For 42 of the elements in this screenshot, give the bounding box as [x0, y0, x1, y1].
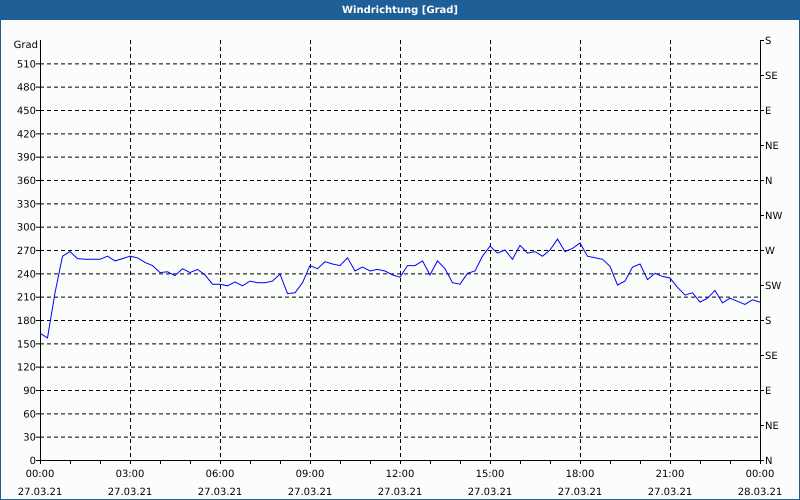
compass-label: E [765, 386, 772, 397]
compass-label: S [765, 316, 772, 327]
compass-label: N [765, 456, 772, 467]
compass-label: W [765, 246, 775, 257]
y-tick-label: 0 [30, 456, 36, 467]
x-tick-label: 12:00 27.03.21 [378, 469, 422, 498]
x-tick-label: 09:00 27.03.21 [288, 469, 332, 498]
y-tick-label: 180 [16, 316, 36, 327]
y-tick-label: 150 [16, 339, 36, 350]
y-tick-label: 420 [16, 129, 36, 140]
compass-label: SW [765, 281, 782, 292]
y-tick-label: 330 [16, 199, 36, 210]
y-tick-label: 510 [16, 59, 36, 70]
y-tick-label: 450 [16, 106, 36, 117]
y-tick-label: 60 [23, 409, 36, 420]
y-tick-label: 120 [16, 362, 36, 374]
compass-label: S [765, 36, 772, 47]
y-tick-label: 300 [16, 222, 36, 234]
x-tick-label: 00:00 28.03.21 [738, 469, 782, 498]
y-axis-title: Grad [14, 40, 38, 51]
compass-label: SE [765, 71, 778, 82]
compass-label: NW [765, 211, 782, 222]
y-tick-label: 210 [16, 292, 36, 304]
compass-label: N [765, 176, 772, 187]
x-tick-label: 18:00 27.03.21 [558, 469, 602, 498]
y-tick-label: 390 [16, 152, 36, 164]
x-tick-label: 15:00 27.03.21 [468, 469, 512, 498]
y-tick-label: 30 [23, 432, 36, 444]
window-title: Windrichtung [Grad] [342, 4, 458, 18]
x-tick-label: 00:00 27.03.21 [18, 469, 62, 498]
compass-label: SE [765, 351, 778, 362]
x-tick-label: 03:00 27.03.21 [108, 469, 152, 498]
y-tick-label: 90 [23, 386, 36, 397]
y-tick-label: 240 [16, 269, 36, 280]
compass-label: E [765, 106, 772, 117]
x-tick-label: 21:00 27.03.21 [648, 469, 692, 498]
compass-label: NE [765, 421, 779, 432]
y-tick-label: 360 [16, 176, 36, 187]
y-tick-label: 480 [16, 82, 36, 94]
x-tick-label: 06:00 27.03.21 [198, 469, 242, 498]
y-tick-label: 270 [16, 246, 36, 257]
compass-label: NE [765, 141, 779, 152]
